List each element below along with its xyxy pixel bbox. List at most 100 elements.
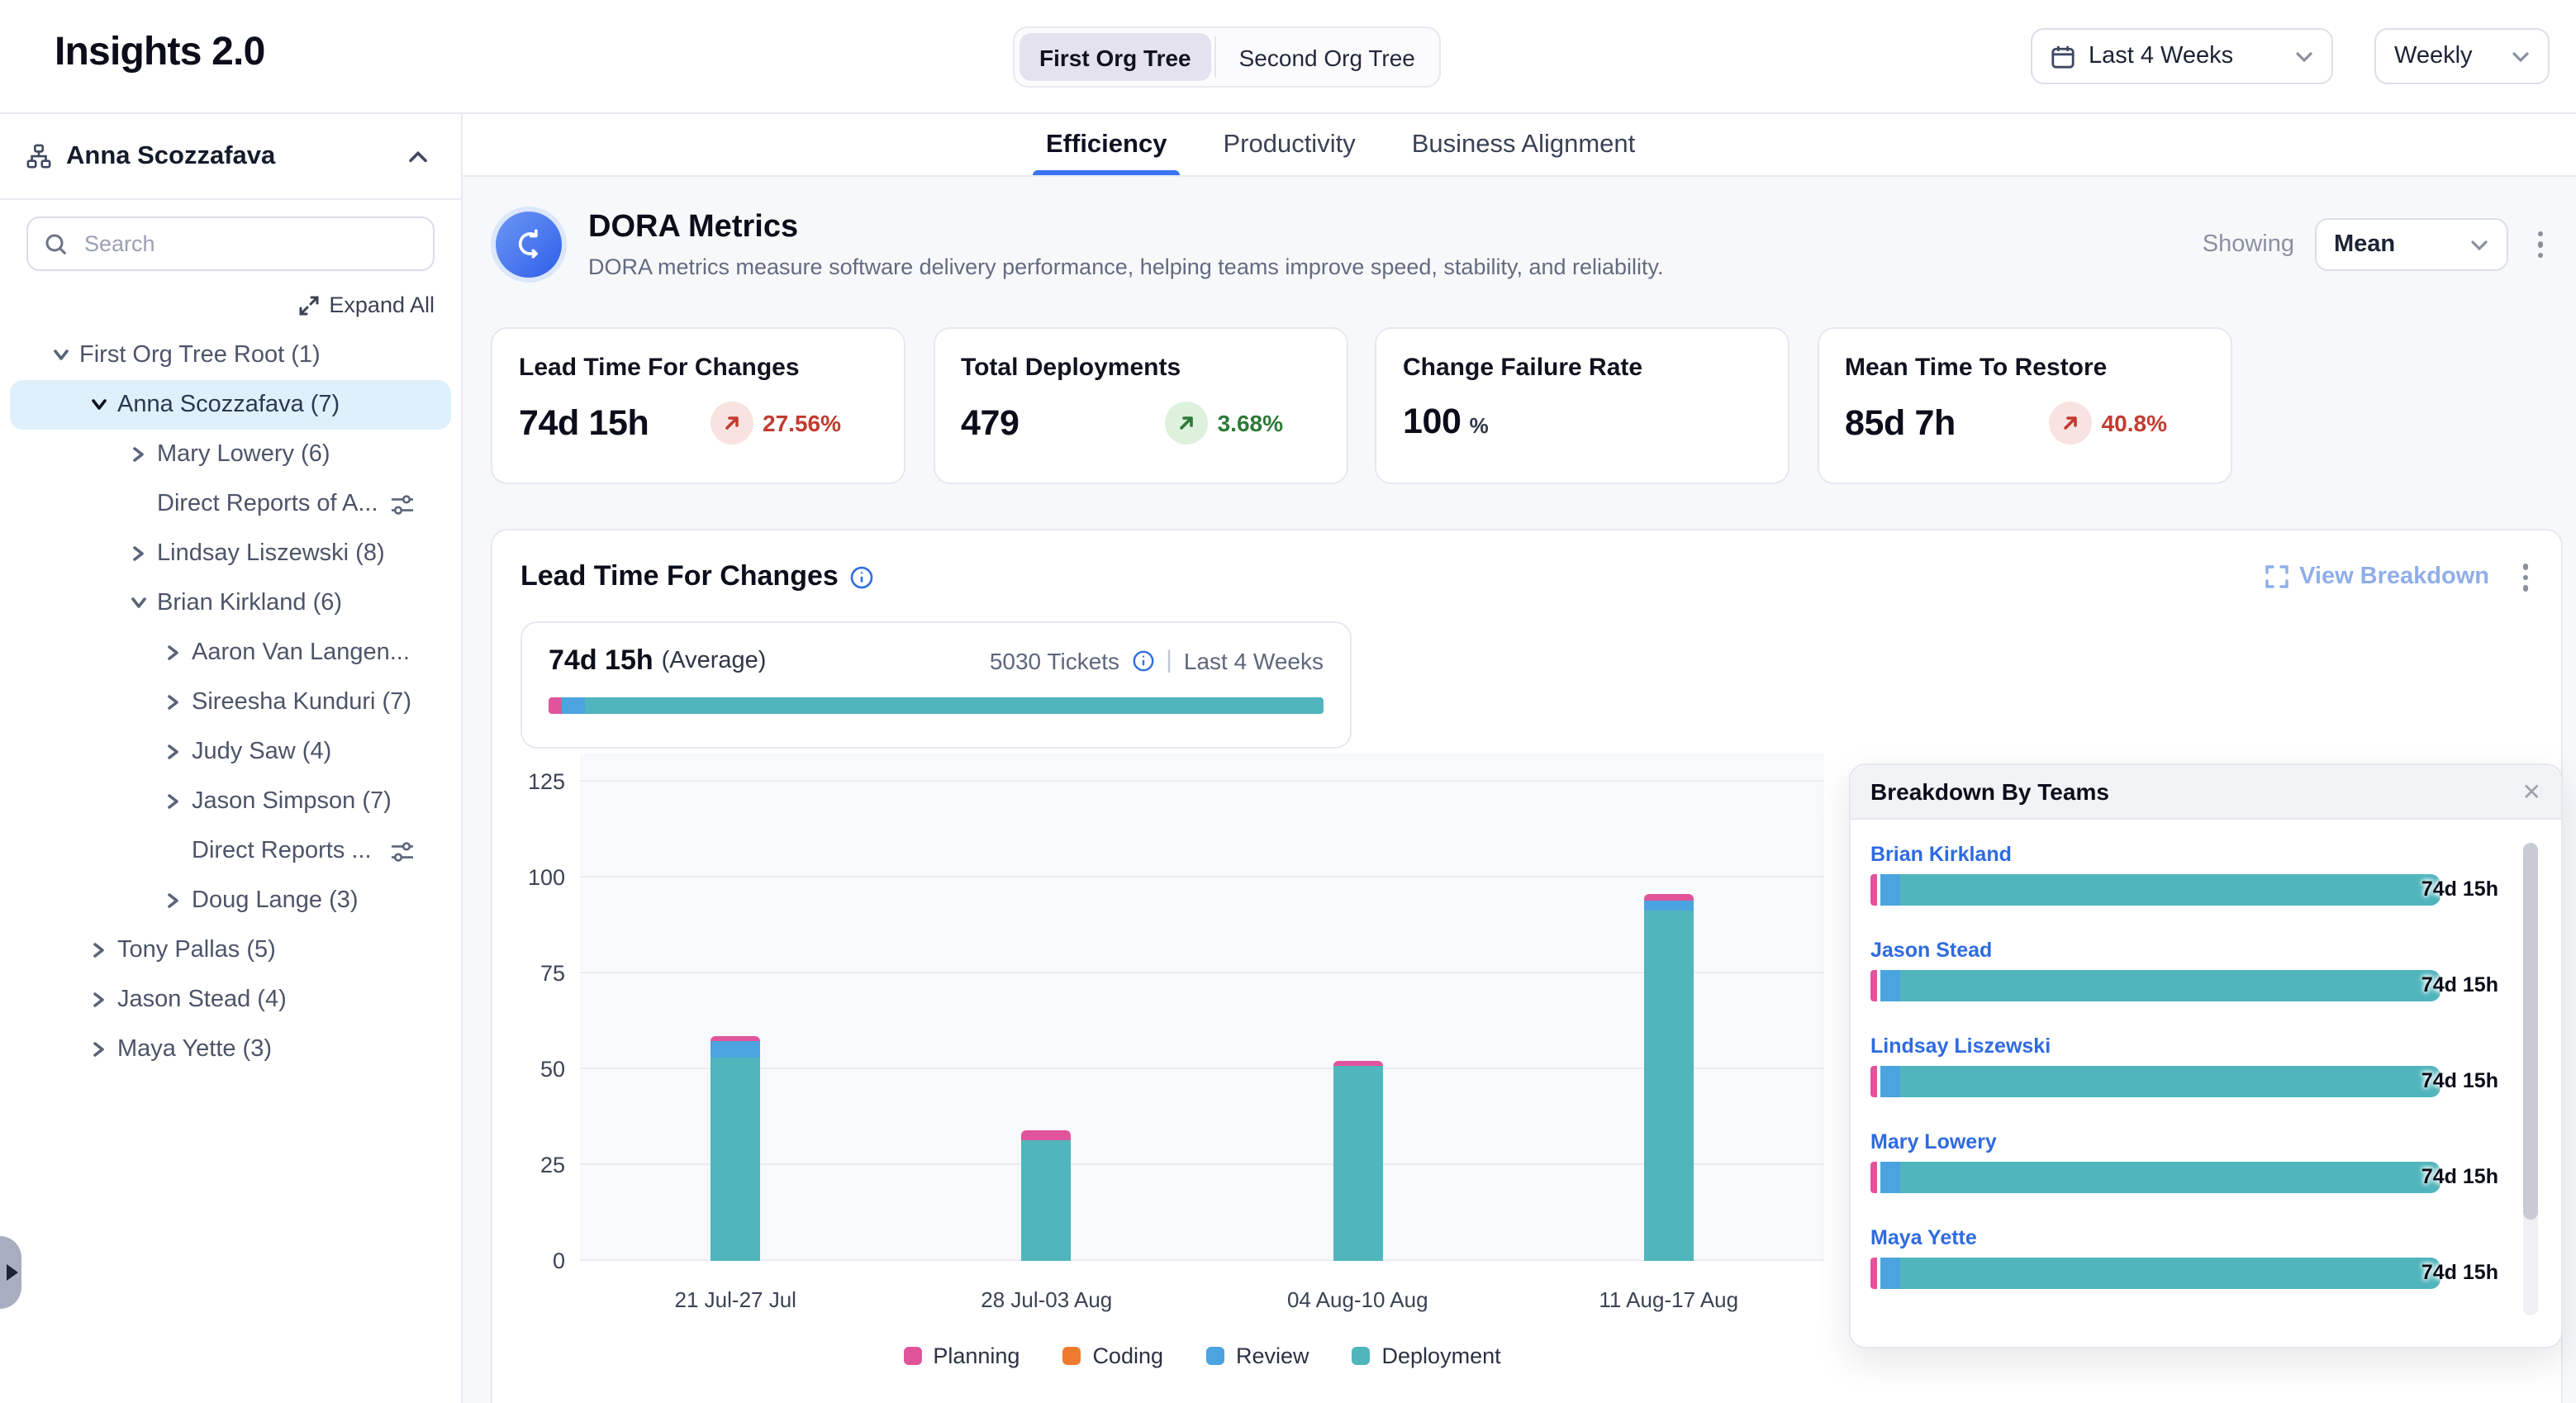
legend-label: Deployment	[1382, 1344, 1501, 1368]
tree-item-mary-lowery-6[interactable]: Mary Lowery (6)	[10, 430, 451, 479]
lead-time-panel-header: Lead Time For Changes View Breakdown	[492, 530, 2561, 597]
team-bar-segment	[1900, 1162, 2441, 1193]
metric-card-unit: %	[1470, 413, 1489, 438]
granularity-select[interactable]: Weekly	[2374, 28, 2550, 84]
bar-04-aug-10-aug	[1333, 1062, 1382, 1261]
tree-item-tony-pallas-5[interactable]: Tony Pallas (5)	[10, 925, 451, 975]
average-stacked-bar	[549, 697, 1324, 713]
team-link[interactable]: Brian Kirkland	[1870, 843, 2541, 866]
tab-productivity[interactable]: Productivity	[1223, 114, 1355, 175]
dora-menu-button[interactable]	[2527, 225, 2553, 265]
metric-card-value-row: 85d 7h40.8%	[1845, 402, 2203, 445]
y-tick-50: 50	[540, 1057, 565, 1082]
avg-bar-segment-review	[562, 697, 585, 713]
tree-item-doug-lange-3[interactable]: Doug Lange (3)	[10, 876, 451, 925]
chevron-down-icon	[2512, 50, 2530, 62]
team-bar-segment	[1880, 1066, 1899, 1097]
tree-item-judy-saw-4[interactable]: Judy Saw (4)	[10, 727, 451, 777]
team-bar-segment	[1880, 1258, 1899, 1289]
toggle-second-org-tree[interactable]: Second Org Tree	[1219, 33, 1435, 81]
chevron-down-icon	[2295, 50, 2313, 62]
scrollbar-thumb[interactable]	[2523, 843, 2538, 1220]
dora-header: DORA Metrics DORA metrics measure softwa…	[491, 207, 2553, 283]
aggregation-select[interactable]: Mean	[2314, 218, 2507, 271]
tree-item-sireesha-kunduri-7[interactable]: Sireesha Kunduri (7)	[10, 678, 451, 727]
view-breakdown-label: View Breakdown	[2299, 564, 2489, 591]
org-tree: First Org Tree Root (1) Anna Scozzafava (…	[0, 331, 461, 1074]
breakdown-rows: Brian Kirkland74d 15hJason Stead74d 15hL…	[1851, 820, 2561, 1289]
chevron-right-icon	[162, 892, 183, 909]
tree-item-direct-reports-of-a[interactable]: Direct Reports of A...	[10, 479, 451, 529]
team-bar-segment	[1900, 1066, 2441, 1097]
team-link[interactable]: Maya Yette	[1870, 1226, 2541, 1249]
caret-right-icon	[6, 1264, 17, 1281]
team-bar-wrap: 74d 15h	[1870, 1162, 2441, 1193]
delta-badge: 40.8%	[2049, 402, 2167, 445]
tree-item-brian-kirkland-6[interactable]: Brian Kirkland (6)	[10, 578, 451, 628]
tree-item-label: Aaron Van Langen...	[192, 640, 410, 666]
expand-all-button[interactable]: Expand All	[26, 292, 435, 317]
tree-item-jason-stead-4[interactable]: Jason Stead (4)	[10, 975, 451, 1025]
tree-item-label: Jason Stead (4)	[117, 987, 287, 1013]
org-tree-toggle: First Org Tree Second Org Tree	[1013, 26, 1442, 88]
tree-item-label: First Org Tree Root (1)	[79, 342, 321, 369]
metric-card-label: Change Failure Rate	[1403, 354, 1761, 382]
breakdown-panel: Breakdown By Teams ✕ Brian Kirkland 74d 1…	[1849, 763, 2563, 1348]
lead-time-menu-button[interactable]	[2512, 557, 2538, 597]
tree-item-lindsay-liszewski-8[interactable]: Lindsay Liszewski (8)	[10, 529, 451, 578]
metric-card-lead-time-for-changes: Lead Time For Changes74d 15h27.56%	[491, 327, 905, 484]
team-bar-segment	[1900, 1258, 2441, 1289]
metric-card-value: 100	[1403, 402, 1461, 443]
gridline-0	[580, 1259, 1824, 1261]
info-icon[interactable]	[1131, 649, 1154, 672]
date-range-select[interactable]: Last 4 Weeks	[2031, 28, 2333, 84]
tree-item-jason-simpson-7[interactable]: Jason Simpson (7)	[10, 777, 451, 826]
team-bar-segment	[1900, 970, 2441, 1001]
search-box	[26, 216, 435, 271]
filter-sliders-icon[interactable]	[390, 840, 415, 862]
legend-swatch-coding	[1062, 1347, 1081, 1365]
team-bar-segment	[1880, 970, 1899, 1001]
info-icon[interactable]	[850, 565, 875, 590]
tree-item-label: Maya Yette (3)	[117, 1036, 272, 1063]
collapse-tree-button[interactable]	[402, 143, 435, 169]
bar-segment-deployment	[1022, 1140, 1072, 1261]
average-suffix: (Average)	[662, 647, 767, 673]
divider: |	[1166, 646, 1172, 674]
breakdown-title: Breakdown By Teams	[1870, 778, 2109, 805]
toggle-first-org-tree[interactable]: First Org Tree	[1019, 33, 1211, 81]
tree-item-maya-yette-3[interactable]: Maya Yette (3)	[10, 1025, 451, 1074]
tree-item-first-org-tree-root-1[interactable]: First Org Tree Root (1)	[10, 331, 451, 380]
legend-item-deployment: Deployment	[1352, 1344, 1501, 1368]
trend-up-arrow-icon	[1165, 402, 1208, 445]
chevron-right-icon	[88, 942, 109, 958]
tab-efficiency[interactable]: Efficiency	[1046, 114, 1167, 175]
dora-description: DORA metrics measure software delivery p…	[588, 254, 1664, 279]
x-label-11-aug-17-aug: 11 Aug-17 Aug	[1599, 1287, 1738, 1312]
expand-icon	[299, 295, 319, 315]
close-icon[interactable]: ✕	[2522, 780, 2541, 803]
team-link[interactable]: Mary Lowery	[1870, 1130, 2541, 1153]
delta-badge: 27.56%	[710, 402, 841, 445]
sidebar-collapse-handle[interactable]	[0, 1236, 21, 1309]
tree-item-anna-scozzafava-7[interactable]: Anna Scozzafava (7)	[10, 380, 451, 430]
team-link[interactable]: Jason Stead	[1870, 939, 2541, 962]
lead-time-title-row: Lead Time For Changes	[520, 561, 875, 594]
expand-all-label: Expand All	[329, 292, 435, 317]
tree-item-direct-reports[interactable]: Direct Reports ...	[10, 826, 451, 876]
average-summary-row: 74d 15h (Average) 5030 Tickets | Last 4 …	[549, 644, 1324, 677]
filter-sliders-icon[interactable]	[390, 493, 415, 515]
metric-card-label: Total Deployments	[961, 354, 1319, 382]
tab-business-alignment[interactable]: Business Alignment	[1412, 114, 1636, 175]
team-link[interactable]: Lindsay Liszewski	[1870, 1034, 2541, 1058]
chevron-right-icon	[88, 1041, 109, 1058]
search-input[interactable]	[81, 230, 416, 258]
page-title: Insights 2.0	[55, 30, 265, 76]
legend-item-planning: Planning	[903, 1344, 1019, 1368]
bar-segment-planning	[1644, 895, 1694, 901]
legend-label: Review	[1236, 1344, 1309, 1368]
view-breakdown-button[interactable]: View Breakdown	[2265, 564, 2489, 591]
bar-28-jul-03-aug	[1022, 1130, 1072, 1261]
gridline-50	[580, 1068, 1824, 1069]
tree-item-aaron-van-langen[interactable]: Aaron Van Langen...	[10, 628, 451, 678]
